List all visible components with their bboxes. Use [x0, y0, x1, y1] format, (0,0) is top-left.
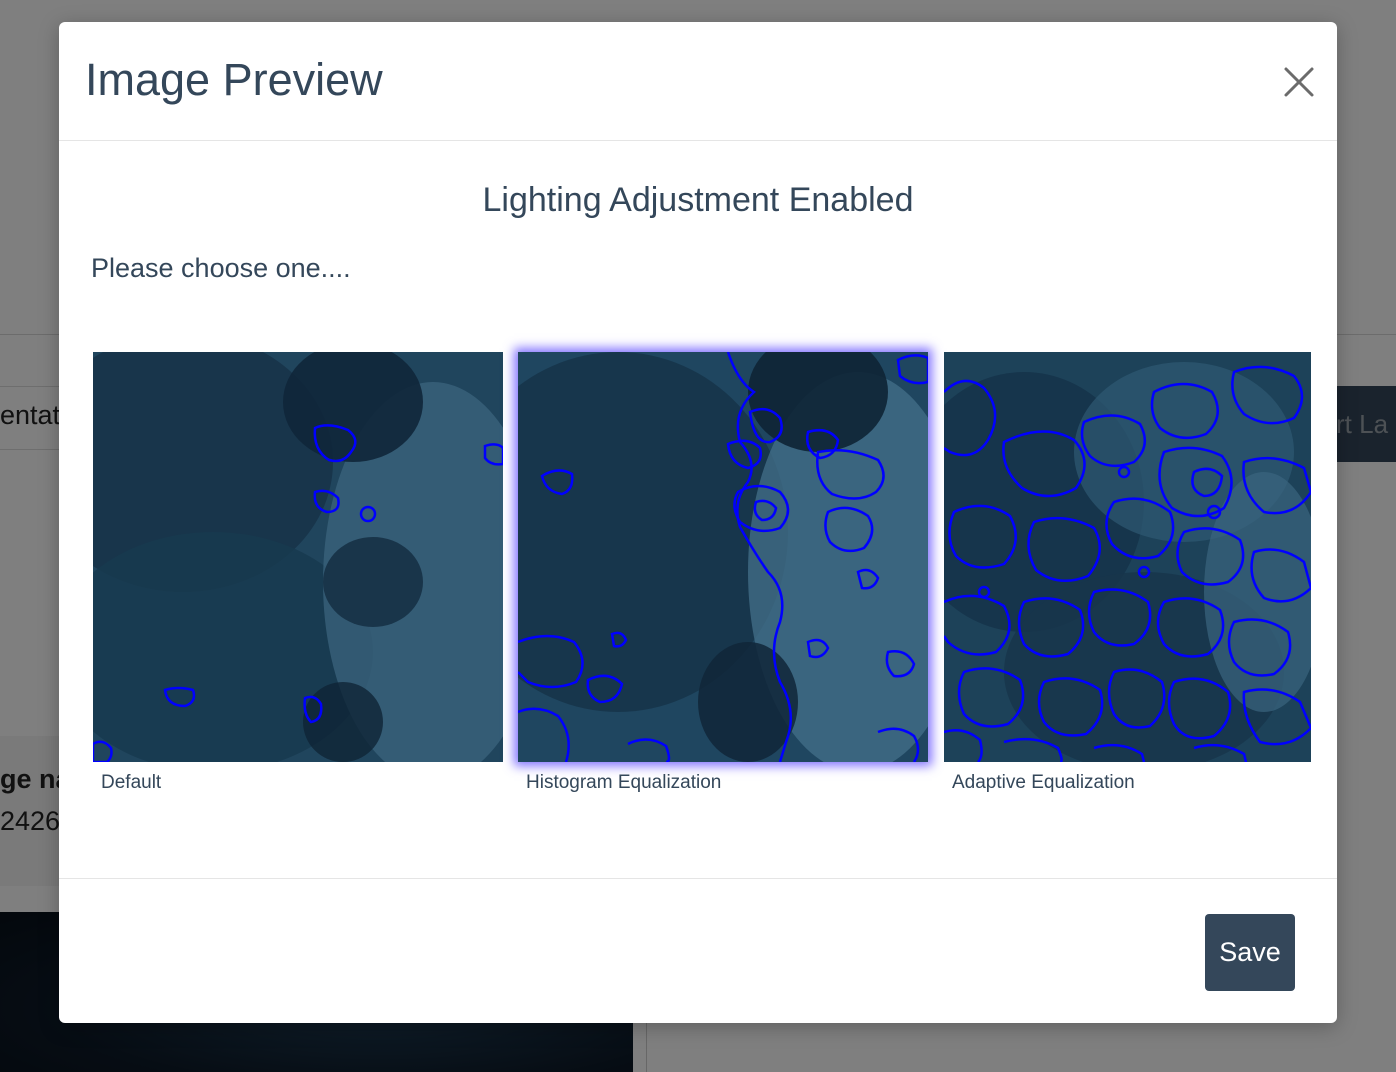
instructions-text: Please choose one....: [91, 253, 351, 283]
preview-image-histogram-equalization: [518, 352, 928, 762]
close-icon: [1284, 67, 1314, 97]
modal-title: Image Preview: [85, 54, 383, 105]
modal-footer: Save: [59, 878, 1337, 1024]
preview-image-adaptive-equalization: [944, 352, 1311, 762]
close-button[interactable]: [1277, 60, 1321, 104]
modal-body: Lighting Adjustment Enabled Please choos…: [59, 141, 1337, 879]
option-label: Adaptive Equalization: [952, 772, 1135, 793]
modal-header: Image Preview: [59, 22, 1337, 141]
option-label: Histogram Equalization: [526, 772, 722, 793]
option-label: Default: [101, 772, 162, 793]
lighting-adjustment-heading: Lighting Adjustment Enabled: [482, 181, 914, 219]
image-preview-modal: Image Preview Lighting Adjustment Enable…: [59, 22, 1337, 1023]
save-button[interactable]: Save: [1205, 914, 1295, 991]
preview-image-default: [93, 352, 503, 762]
